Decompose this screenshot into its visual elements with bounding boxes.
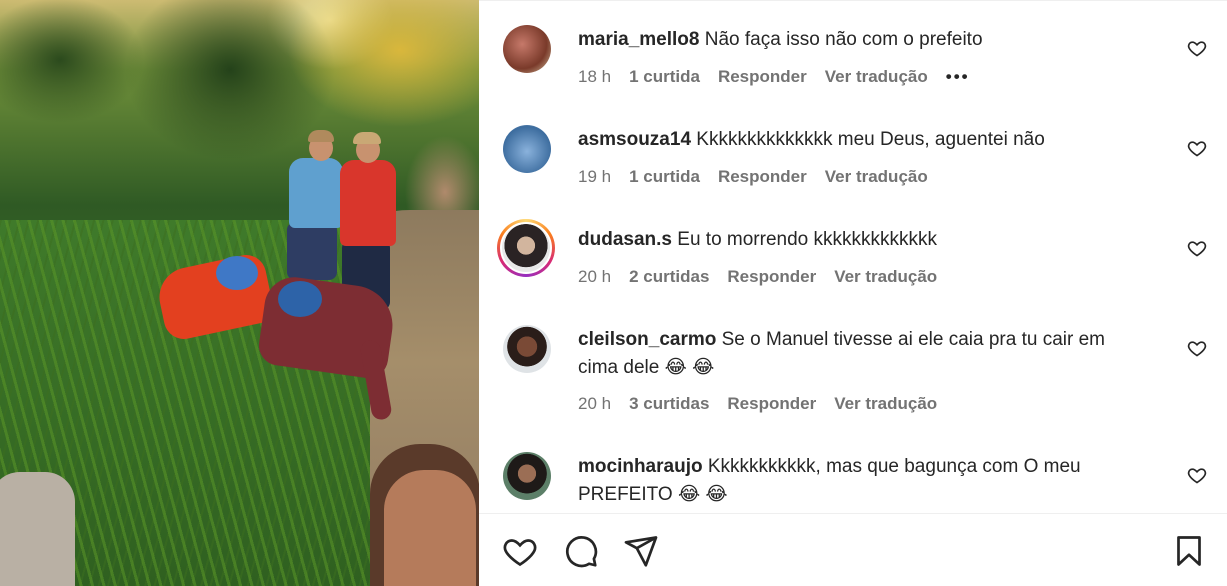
comment-item: mocinharaujo Kkkkkkkkkkk, mas que bagunç…: [479, 0, 1227, 513]
photo-person: [0, 472, 75, 586]
comment-username[interactable]: mocinharaujo: [578, 456, 703, 477]
heart-icon[interactable]: [1187, 465, 1207, 485]
photo-person: [287, 222, 337, 280]
divider: [479, 513, 1227, 514]
photo-person: [278, 281, 322, 317]
comments-panel: maria_mello8 Não faça isso não com o pre…: [479, 0, 1227, 586]
avatar[interactable]: [503, 452, 551, 500]
bookmark-icon[interactable]: [1171, 533, 1207, 569]
photo-person: [353, 132, 381, 144]
photo-person: [308, 130, 334, 142]
photo-person: [384, 470, 476, 586]
post-image[interactable]: [0, 0, 479, 586]
comment-icon[interactable]: [563, 533, 599, 569]
photo-person: [340, 160, 396, 246]
comment-body: mocinharaujo Kkkkkkkkkkk, mas que bagunç…: [578, 453, 1148, 509]
share-icon[interactable]: [623, 533, 659, 569]
heart-icon[interactable]: [502, 533, 538, 569]
photo-person: [289, 158, 343, 228]
photo-person: [216, 256, 258, 290]
